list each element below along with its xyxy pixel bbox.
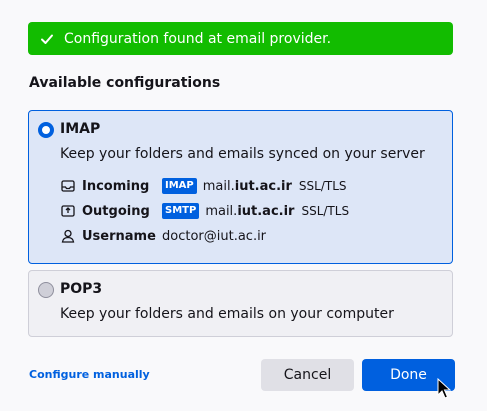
imap-config-option[interactable]: IMAP Keep your folders and emails synced… [28,110,453,264]
incoming-server-row: Incoming IMAP mail.iut.ac.ir SSL/TLS [60,177,347,195]
smtp-badge: SMTP [162,203,200,219]
username-value: doctor@iut.ac.ir [162,228,267,244]
imap-radio[interactable] [38,122,54,138]
pop3-description: Keep your folders and emails on your com… [60,306,394,322]
outgoing-security: SSL/TLS [301,204,350,218]
configure-manually-link[interactable]: Configure manually [29,368,150,381]
checkmark-icon [40,32,54,46]
username-label: Username [82,228,156,244]
outgoing-server-row: Outgoing SMTP mail.iut.ac.ir SSL/TLS [60,202,349,220]
imap-badge: IMAP [162,178,197,194]
username-row: Username doctor@iut.ac.ir [60,227,266,245]
incoming-label: Incoming [82,178,150,194]
incoming-host: mail.iut.ac.ir [202,178,292,194]
pop3-config-option[interactable]: POP3 Keep your folders and emails on you… [28,270,453,337]
section-title: Available configurations [29,75,221,91]
mouse-cursor-icon [437,378,451,399]
outgoing-label: Outgoing [82,203,150,219]
outgoing-host: mail.iut.ac.ir [205,203,295,219]
banner-text: Configuration found at email provider. [64,30,332,47]
cancel-button[interactable]: Cancel [261,359,354,391]
imap-description: Keep your folders and emails synced on y… [60,146,425,162]
inbox-icon [60,178,76,194]
outbox-icon [60,203,76,219]
incoming-security: SSL/TLS [298,179,347,193]
user-icon [60,228,76,244]
imap-protocol-label: IMAP [60,121,101,137]
pop3-protocol-label: POP3 [60,281,103,297]
success-banner: Configuration found at email provider. [28,22,453,55]
pop3-radio[interactable] [38,282,54,298]
